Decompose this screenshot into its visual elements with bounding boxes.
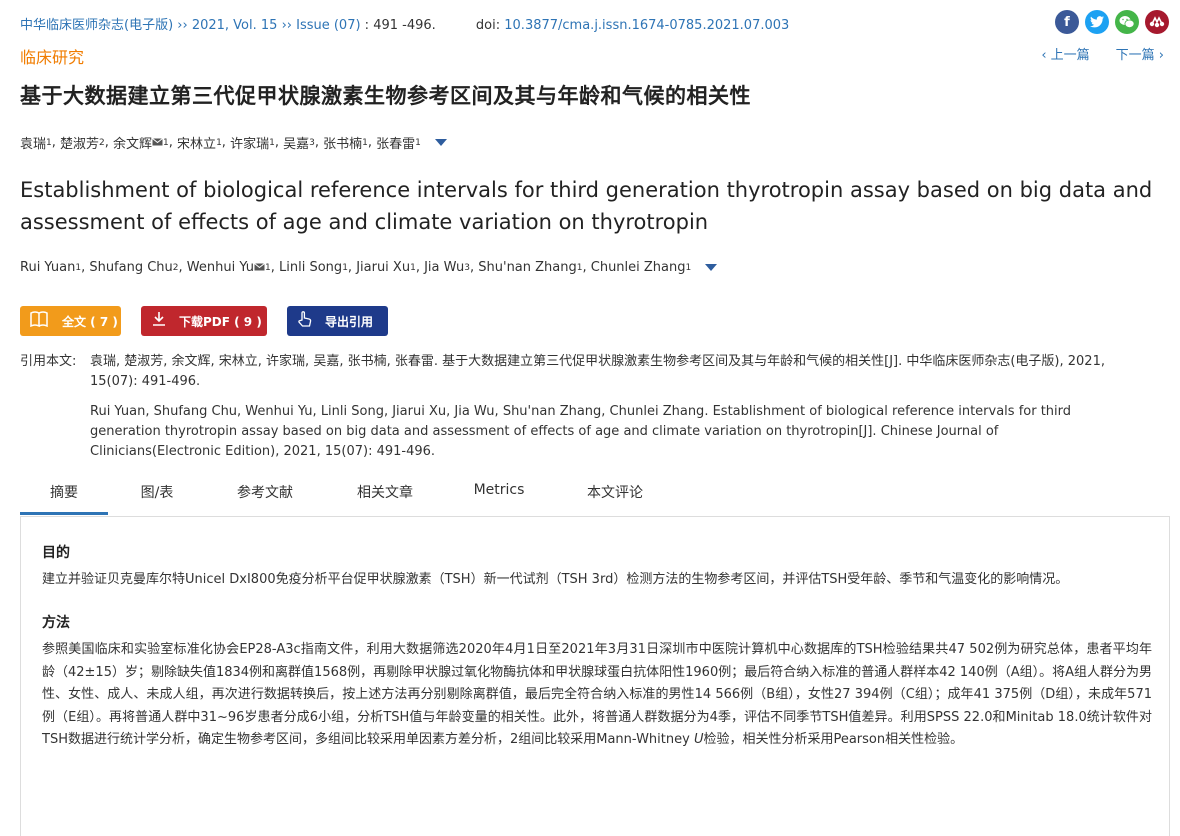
title-chinese: 基于大数据建立第三代促甲状腺激素生物参考区间及其与年龄和气候的相关性 [20,84,751,108]
expand-affiliations-icon[interactable] [434,139,447,146]
title-english: Establishment of biological reference in… [20,178,1153,234]
author-separator: , [582,260,591,275]
download-icon [151,311,167,331]
author-separator: , [314,135,324,150]
citation-chinese: 袁瑞, 楚淑芳, 余文辉, 宋林立, 许家瑞, 吴嘉, 张书楠, 张春雷. 基于… [90,354,1105,389]
page-range: : 491 -496. [360,18,436,33]
journal-breadcrumb: 中华临床医师杂志(电子版) ›› 2021, Vol. 15 ›› Issue … [20,14,789,33]
objective-heading: 目的 [42,545,70,561]
article-nav: ‹ 上一篇 下一篇 › [1041,44,1164,63]
year-volume-link[interactable]: 2021, Vol. 15 [192,18,278,33]
citation-english: Rui Yuan, Shufang Chu, Wenhui Yu, Linli … [90,404,1072,459]
wechat-icon[interactable] [1115,10,1139,34]
author-separator: , [347,260,357,275]
mail-icon[interactable] [152,136,163,149]
affiliation-number: 1 [415,137,421,148]
author-separator: , [270,260,280,275]
cn-author[interactable]: 张书楠 [323,133,362,152]
authors-chinese: 袁瑞 1, 楚淑芳 2, 余文辉 1, 宋林立 1, 许家瑞 1, 吴嘉 3, 张书楠 1, … [20,133,447,152]
author-separator: , [221,135,231,150]
issue-link[interactable]: Issue (07) [296,18,360,33]
methods-text-part-2: 检验，相关性分析采用Pearson相关性检验。 [703,732,964,747]
cn-author[interactable]: 吴嘉 [283,133,309,152]
objective-text: 建立并验证贝克曼库尔特Unicel DxI800免疫分析平台促甲状腺激素（TSH… [42,572,1069,587]
tab-abstract[interactable]: 摘要 [20,482,108,515]
en-author[interactable]: Shufang Chu [89,260,172,275]
author-separator: , [168,135,178,150]
prev-article-link[interactable]: ‹ 上一篇 [1041,44,1089,63]
citation-block: 引用本文: 袁瑞, 楚淑芳, 余文辉, 宋林立, 许家瑞, 吴嘉, 张书楠, 张… [20,352,1120,467]
download-pdf-button[interactable]: 下载PDF ( 9 ) [141,306,267,336]
tab-comments[interactable]: 本文评论 [573,482,657,502]
cn-author[interactable]: 张春雷 [376,133,415,152]
author-separator: , [51,135,61,150]
author-separator: , [104,135,114,150]
cn-author[interactable]: 许家瑞 [230,133,269,152]
fulltext-label: 全文 ( 7 ) [62,314,118,329]
fulltext-button[interactable]: 全文 ( 7 ) [20,306,121,336]
en-author[interactable]: Linli Song [279,260,342,275]
author-separator: , [81,260,90,275]
author-separator: , [274,135,284,150]
mendeley-icon[interactable] [1145,10,1169,34]
author-separator: , [470,260,479,275]
facebook-icon[interactable]: f [1055,10,1079,34]
share-icons: f [1055,10,1169,34]
en-author[interactable]: Jia Wu [424,260,464,275]
tab-bar: 摘要 图/表 参考文献 相关文章 Metrics 本文评论 [20,478,1170,517]
expand-affiliations-icon[interactable] [705,264,718,271]
article-category: 临床研究 [20,48,85,67]
methods-heading: 方法 [42,615,70,631]
cn-author[interactable]: 袁瑞 [20,133,46,152]
export-citation-label: 导出引用 [325,314,374,329]
en-author[interactable]: Wenhui Yu [187,260,254,275]
tab-metrics[interactable]: Metrics [465,482,533,498]
breadcrumb-sep: ›› [173,18,192,33]
author-separator: , [178,260,187,275]
affiliation-number: 1 [685,262,692,273]
tab-related-articles[interactable]: 相关文章 [343,482,427,502]
tab-figures[interactable]: 图/表 [123,482,191,502]
en-author[interactable]: Rui Yuan [20,260,75,275]
next-article-link[interactable]: 下一篇 › [1116,44,1164,63]
en-author[interactable]: Chunlei Zhang [591,260,686,275]
author-separator: , [415,260,425,275]
breadcrumb-sep: ›› [277,18,297,33]
methods-text: 参照美国临床和实验室标准化协会EP28-A3c指南文件，利用大数据筛选2020年… [42,639,1152,752]
methods-text-part-1: 参照美国临床和实验室标准化协会EP28-A3c指南文件，利用大数据筛选2020年… [42,642,1153,747]
doi-label: doi: [475,18,501,33]
authors-english: Rui Yuan 1, Shufang Chu 2, Wenhui Yu 1, Lin… [20,260,718,275]
twitter-icon[interactable] [1085,10,1109,34]
en-author[interactable]: Shu'nan Zhang [478,260,576,275]
tab-references[interactable]: 参考文献 [225,482,305,502]
cn-author[interactable]: 余文辉 [113,133,152,152]
mail-icon[interactable] [254,261,265,274]
book-icon [30,311,48,331]
journal-link[interactable]: 中华临床医师杂志(电子版) [20,18,173,33]
abstract-panel: 目的 建立并验证贝克曼库尔特Unicel DxI800免疫分析平台促甲状腺激素（… [20,516,1170,836]
pointer-icon [297,310,313,332]
en-author[interactable]: Jiarui Xu [356,260,410,275]
author-separator: , [367,135,377,150]
citation-label: 引用本文: [20,354,77,369]
download-pdf-label: 下载PDF ( 9 ) [179,314,262,329]
cn-author[interactable]: 宋林立 [177,133,216,152]
cn-author[interactable]: 楚淑芳 [60,133,99,152]
export-citation-button[interactable]: 导出引用 [287,306,388,336]
doi-link[interactable]: 10.3877/cma.j.issn.1674-0785.2021.07.003 [504,18,789,33]
